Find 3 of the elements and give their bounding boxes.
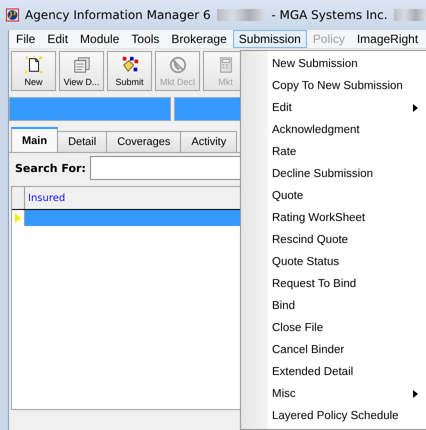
window-title: Agency Information Manager 6 <box>24 8 211 22</box>
search-label: Search For: <box>15 162 86 174</box>
window-subtitle: - MGA Systems Inc. <box>271 8 388 22</box>
